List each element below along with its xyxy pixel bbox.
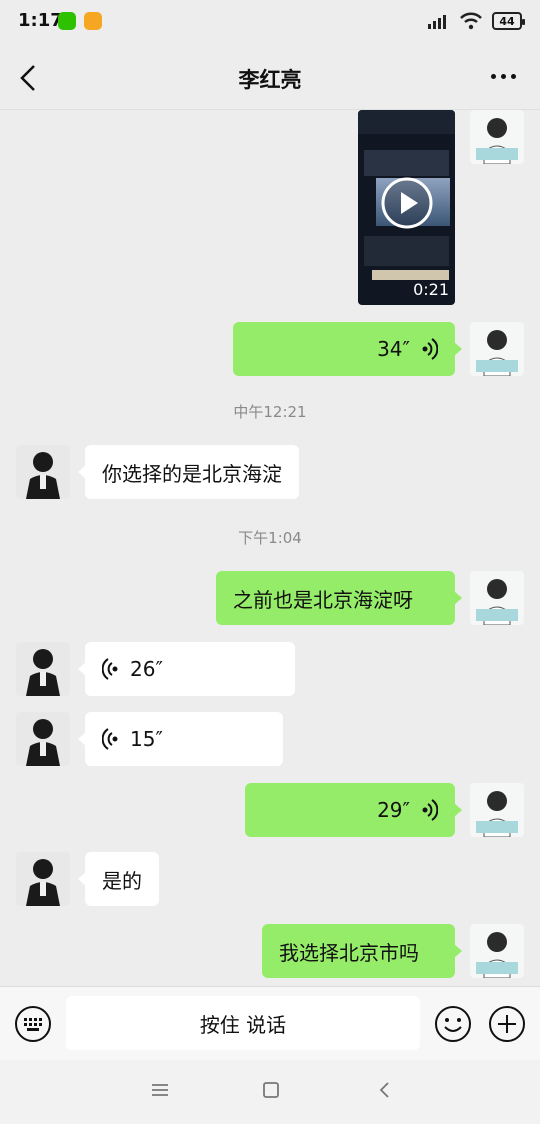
- voice-message-them[interactable]: 15″: [78, 712, 283, 766]
- text-message-them[interactable]: 你选择的是北京海淀: [78, 445, 299, 499]
- contact-avatar[interactable]: [16, 712, 70, 766]
- message-timestamp: 下午1:04: [238, 529, 302, 547]
- status-time: 1:17: [18, 10, 63, 31]
- video-duration: 0:21: [413, 280, 449, 299]
- wifi-icon: [460, 12, 482, 30]
- plus-icon[interactable]: [488, 1005, 526, 1043]
- contact-avatar[interactable]: [16, 642, 70, 696]
- voice-message-me[interactable]: 34″: [233, 322, 462, 376]
- contact-avatar[interactable]: [16, 852, 70, 906]
- voice-wave-icon: [422, 799, 438, 821]
- voice-wave-icon: [102, 728, 118, 750]
- voice-message-them[interactable]: 26″: [78, 642, 295, 696]
- message-list[interactable]: 0:21 34″ 中午12:21 你选择的是北京海淀 下午1:04 之前也是北京…: [0, 110, 540, 986]
- text-message-them[interactable]: 是的: [78, 852, 159, 906]
- chat-header: 李红亮: [0, 44, 540, 110]
- hold-to-talk-button[interactable]: 按住 说话: [66, 996, 420, 1050]
- back-icon[interactable]: [377, 1080, 391, 1100]
- my-avatar[interactable]: [470, 110, 524, 164]
- message-timestamp: 中午12:21: [233, 403, 307, 421]
- more-options-icon[interactable]: [491, 74, 516, 79]
- voice-message-me[interactable]: 29″: [245, 783, 462, 837]
- system-navigation-bar: [0, 1060, 540, 1124]
- voice-duration: 15″: [130, 727, 163, 751]
- voice-duration: 34″: [377, 337, 410, 361]
- home-icon[interactable]: [262, 1080, 280, 1100]
- text-message-me[interactable]: 之前也是北京海淀呀: [216, 571, 462, 625]
- chat-title: 李红亮: [238, 68, 302, 92]
- voice-duration: 26″: [130, 657, 163, 681]
- text-message-me[interactable]: 我选择北京市吗: [262, 924, 462, 978]
- video-message-thumbnail[interactable]: 0:21: [358, 110, 455, 305]
- voice-wave-icon: [422, 338, 438, 360]
- my-avatar[interactable]: [470, 924, 524, 978]
- menu-icon[interactable]: [150, 1080, 170, 1100]
- keyboard-icon[interactable]: [14, 1005, 52, 1043]
- contact-avatar[interactable]: [16, 445, 70, 499]
- my-avatar[interactable]: [470, 783, 524, 837]
- emoji-icon[interactable]: [434, 1005, 472, 1043]
- wechat-notification-icon: [58, 12, 76, 30]
- my-avatar[interactable]: [470, 571, 524, 625]
- my-avatar[interactable]: [470, 322, 524, 376]
- status-bar: 1:17 44: [0, 0, 540, 44]
- signal-icon: [428, 15, 446, 29]
- voice-wave-icon: [102, 658, 118, 680]
- input-bar: 按住 说话: [0, 986, 540, 1060]
- voice-duration: 29″: [377, 798, 410, 822]
- app-notification-icon: [84, 12, 102, 30]
- play-icon[interactable]: [380, 176, 434, 230]
- battery-icon: 44: [492, 12, 525, 30]
